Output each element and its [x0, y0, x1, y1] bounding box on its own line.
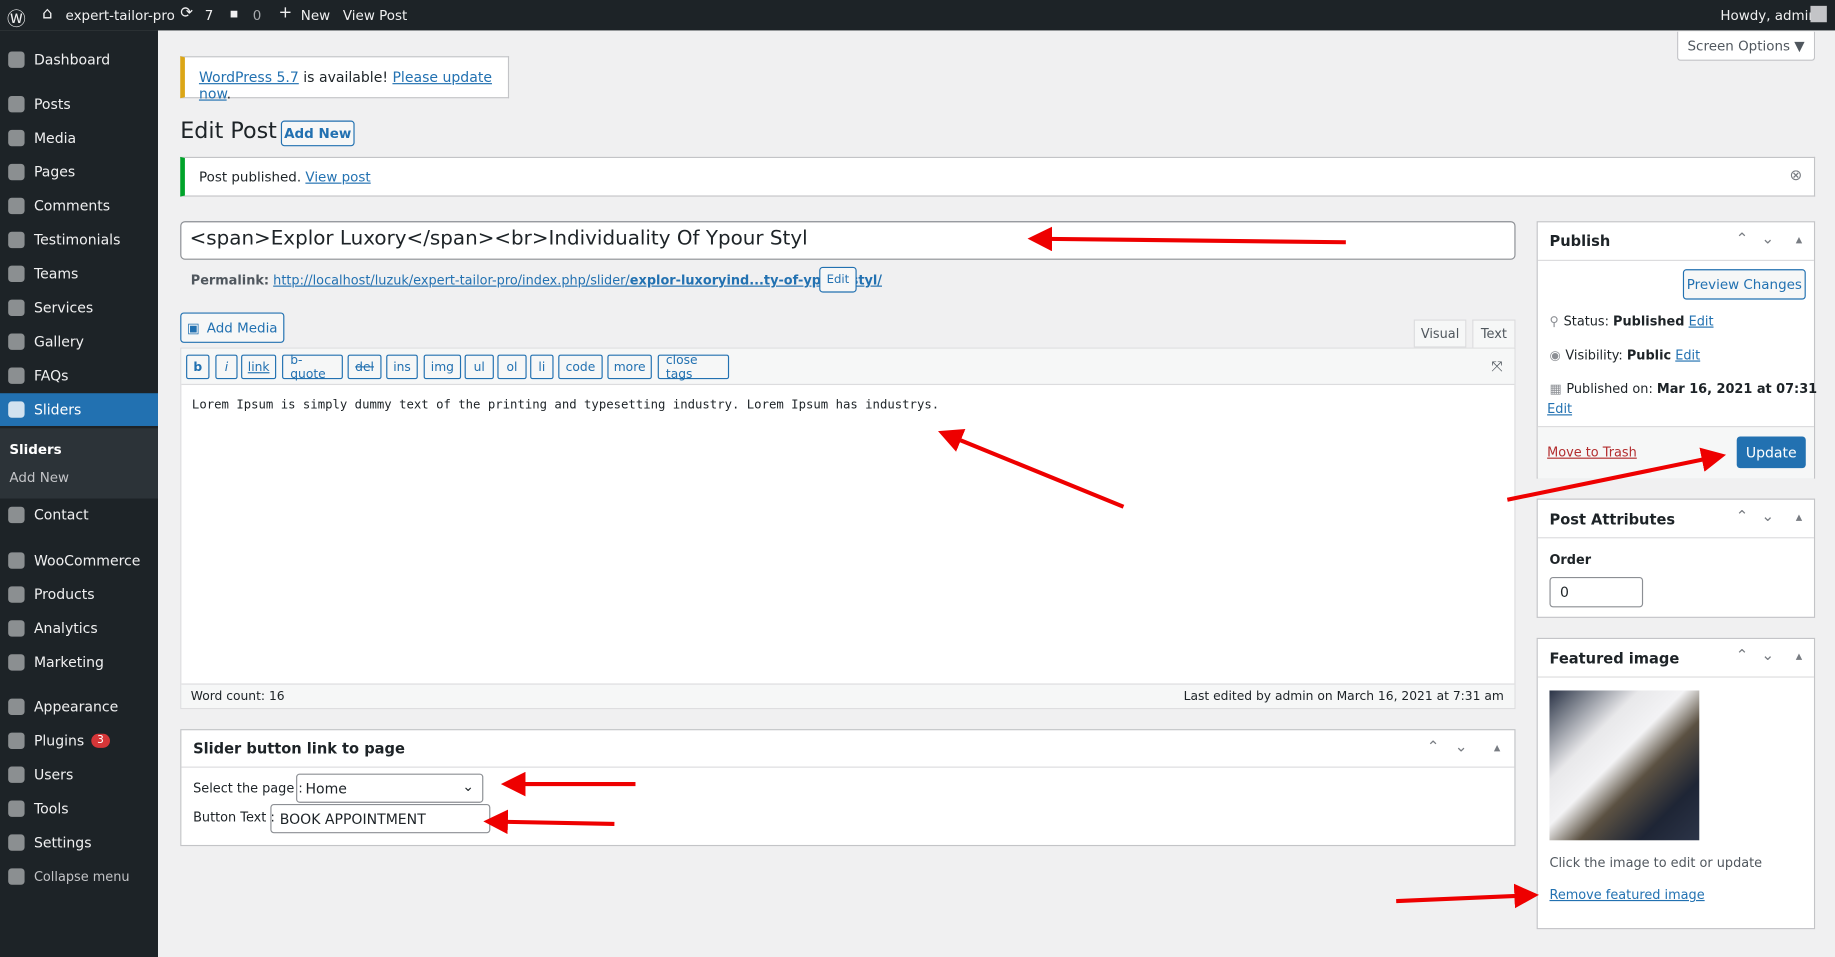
- annotation-arrows: [483, 226, 1727, 909]
- pages-icon: [8, 163, 25, 181]
- sidebar-item-analytics[interactable]: Analytics: [0, 612, 158, 645]
- quicktag-li-button[interactable]: li: [530, 354, 554, 380]
- sidebar-item-label: Services: [33, 299, 94, 316]
- arrow: [1396, 883, 1539, 909]
- sidebar-item-products[interactable]: Products: [0, 578, 158, 611]
- sidebar-item-woocommerce[interactable]: WooCommerce: [0, 544, 158, 577]
- gallery-icon: [8, 333, 25, 350]
- sidebar-item-appearance[interactable]: Appearance: [0, 690, 158, 723]
- sidebar-item-label: Analytics: [33, 620, 98, 637]
- sidebar-item-label: Gallery: [33, 333, 84, 350]
- sidebar-item-label: Marketing: [33, 654, 104, 671]
- archive-icon: [8, 586, 25, 603]
- sidebar-item-users[interactable]: Users: [0, 758, 158, 791]
- sidebar-item-comments[interactable]: Comments: [0, 190, 158, 223]
- chart-icon: [8, 620, 25, 637]
- sidebar-item-contact[interactable]: Contact: [0, 499, 158, 532]
- quicktag-link-button[interactable]: link: [241, 354, 277, 380]
- sidebar-item-label: Dashboard: [33, 51, 111, 68]
- sidebar-item-label: Appearance: [33, 698, 119, 716]
- sidebar-item-label: Products: [33, 586, 95, 603]
- submenu-sliders[interactable]: Sliders: [9, 441, 61, 457]
- quicktag-b-button[interactable]: b: [186, 354, 210, 380]
- plugin-icon: [8, 732, 25, 749]
- arrow: [1027, 226, 1346, 252]
- collapse-icon: [8, 868, 25, 885]
- megaphone-icon: [8, 654, 25, 671]
- dashboard-icon: [8, 51, 25, 68]
- quicktag-code-button[interactable]: code: [558, 354, 603, 380]
- sidebar-item-plugins[interactable]: Plugins 3: [0, 724, 158, 757]
- sidebar-item-posts[interactable]: Posts: [0, 88, 158, 121]
- slides-icon: [8, 401, 25, 418]
- sidebar-item-label: WooCommerce: [33, 552, 141, 569]
- quicktag-more-button[interactable]: more: [607, 354, 652, 380]
- sidebar-item-label: Comments: [33, 197, 111, 215]
- quicktag-img-button[interactable]: img: [423, 354, 462, 380]
- submenu-add-new[interactable]: Add New: [9, 469, 69, 485]
- sidebar-item-label: Settings: [33, 834, 92, 851]
- quicktag-ul-button[interactable]: ul: [464, 354, 494, 380]
- testimonial-icon: [8, 231, 25, 249]
- media-icon: [8, 129, 25, 147]
- quicktag-del-button[interactable]: del: [347, 354, 382, 380]
- arrow: [483, 809, 615, 835]
- quicktag-i-button[interactable]: i: [215, 354, 238, 380]
- arrow: [1506, 447, 1727, 502]
- update-count-badge: 3: [91, 733, 110, 748]
- services-icon: [8, 299, 25, 316]
- quicktag-b-quote-button[interactable]: b-quote: [282, 353, 343, 381]
- arrow: [938, 428, 1125, 509]
- sliders-submenu: Sliders Add New: [0, 428, 158, 499]
- sidebar-item-label: Contact: [33, 506, 89, 524]
- sidebar-item-services[interactable]: Services: [0, 291, 158, 324]
- sidebar-item-pages[interactable]: Pages: [0, 156, 158, 189]
- users-icon: [8, 766, 25, 783]
- sidebar-item-label: Teams: [33, 265, 79, 283]
- sidebar-item-testimonials[interactable]: Testimonials: [0, 224, 158, 257]
- sidebar-item-settings[interactable]: Settings: [0, 826, 158, 859]
- quicktag-ins-button[interactable]: ins: [386, 354, 418, 380]
- sidebar-item-label: Collapse menu: [33, 868, 130, 885]
- groups-icon: [8, 265, 25, 283]
- sidebar-item-label: Plugins: [33, 732, 85, 749]
- sidebar-item-teams[interactable]: Teams: [0, 257, 158, 290]
- sidebar-item-label: Posts: [33, 95, 71, 113]
- woo-icon: [8, 552, 25, 569]
- quicktag-close-tags-button[interactable]: close tags: [657, 353, 730, 381]
- sidebar-item-label: Media: [33, 129, 77, 147]
- sidebar-item-label: Tools: [33, 800, 69, 817]
- brush-icon: [8, 698, 25, 716]
- faq-icon: [8, 367, 25, 384]
- sidebar-item-media[interactable]: Media: [0, 122, 158, 155]
- quicktag-ol-button[interactable]: ol: [497, 354, 527, 380]
- sidebar-item-sliders[interactable]: Sliders: [0, 393, 158, 426]
- sidebar-item-label: Sliders: [33, 401, 82, 418]
- wrench-icon: [8, 800, 25, 817]
- pin-icon: [8, 95, 25, 113]
- sidebar-item-faqs[interactable]: FAQs: [0, 359, 158, 392]
- sidebar-item-collapse-menu[interactable]: Collapse menu: [0, 860, 158, 893]
- email-icon: [8, 506, 25, 524]
- sidebar-item-dashboard[interactable]: Dashboard: [0, 43, 158, 76]
- sidebar-item-label: FAQs: [33, 367, 69, 384]
- sidebar-item-label: Users: [33, 766, 74, 783]
- sidebar-item-label: Pages: [33, 163, 76, 181]
- sidebar-item-tools[interactable]: Tools: [0, 792, 158, 825]
- comment-icon: [8, 197, 25, 215]
- settings-icon: [8, 834, 25, 851]
- sidebar-item-marketing[interactable]: Marketing: [0, 646, 158, 679]
- sidebar-item-label: Testimonials: [33, 231, 121, 249]
- sidebar-item-gallery[interactable]: Gallery: [0, 325, 158, 358]
